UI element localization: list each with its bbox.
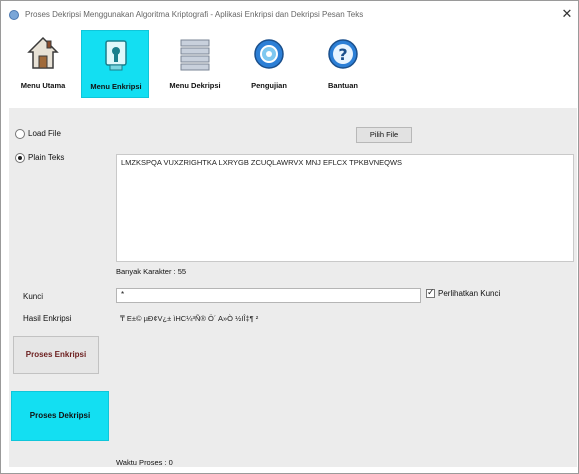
key-label: Kunci xyxy=(23,292,44,301)
toolbar-help-button[interactable]: ? Bantuan xyxy=(309,30,377,98)
result-output[interactable]: ₸ E±© µÐ¢V¿± ìHC¼³Ñ® Ö´ A»Ò ½IÎ‡¶ ² xyxy=(116,312,574,444)
char-count-label: Banyak Karakter : 55 xyxy=(116,267,187,276)
show-key-checkbox[interactable] xyxy=(426,287,435,299)
process-time-label: Waktu Proses : 0 xyxy=(116,458,173,467)
svg-text:?: ? xyxy=(338,45,347,64)
toolbar-encrypt-label: Menu Enkripsi xyxy=(90,82,142,91)
toolbar-test-label: Pengujian xyxy=(251,81,287,90)
toolbar-test-button[interactable]: Pengujian xyxy=(235,30,303,98)
toolbar-decrypt-button[interactable]: Menu Dekripsi xyxy=(161,30,229,98)
toolbar-encrypt-button[interactable]: Menu Enkripsi xyxy=(81,30,149,98)
home-icon xyxy=(27,36,59,69)
option-plain-text-label: Plain Teks xyxy=(28,153,65,163)
encrypt-icon xyxy=(105,40,127,71)
app-window: Proses Dekripsi Menggunakan Algoritma Kr… xyxy=(0,0,579,474)
close-button[interactable]: ✕ xyxy=(558,5,576,23)
encrypt-process-button[interactable]: Proses Enkripsi xyxy=(13,336,99,374)
browse-file-button[interactable]: Pilih File xyxy=(356,127,412,143)
app-icon xyxy=(9,10,19,20)
result-label: Hasil Enkripsi xyxy=(23,314,72,323)
test-icon xyxy=(254,39,284,69)
main-toolbar: Menu Utama Menu Enkripsi Menu Dekripsi P… xyxy=(9,30,571,100)
window-title: Proses Dekripsi Menggunakan Algoritma Kr… xyxy=(25,10,364,19)
toolbar-help-label: Bantuan xyxy=(328,81,358,90)
toolbar-home-label: Menu Utama xyxy=(20,81,66,90)
decrypt-process-button[interactable]: Proses Dekripsi xyxy=(11,391,109,441)
plaintext-input[interactable]: LMZKSPQA VUXZRIGHTKA LXRYGB ZCUQLAWRVX M… xyxy=(116,154,574,262)
file-path-field xyxy=(116,128,356,142)
radio-load-file[interactable] xyxy=(15,129,25,139)
show-key-label: Perlihatkan Kunci xyxy=(438,289,501,298)
key-input[interactable]: * xyxy=(116,288,421,303)
title-bar: Proses Dekripsi Menggunakan Algoritma Kr… xyxy=(1,1,578,29)
radio-plain-text[interactable] xyxy=(15,153,25,163)
help-icon: ? xyxy=(328,39,358,69)
option-load-file-label: Load File xyxy=(28,129,61,139)
toolbar-decrypt-label: Menu Dekripsi xyxy=(169,81,221,90)
option-plain-text[interactable]: Plain Teks xyxy=(15,153,64,167)
toolbar-home-button[interactable]: Menu Utama xyxy=(9,30,77,98)
document-icon xyxy=(180,39,210,71)
option-load-file[interactable]: Load File xyxy=(15,129,61,143)
show-key-toggle[interactable]: Perlihatkan Kunci xyxy=(426,287,501,299)
